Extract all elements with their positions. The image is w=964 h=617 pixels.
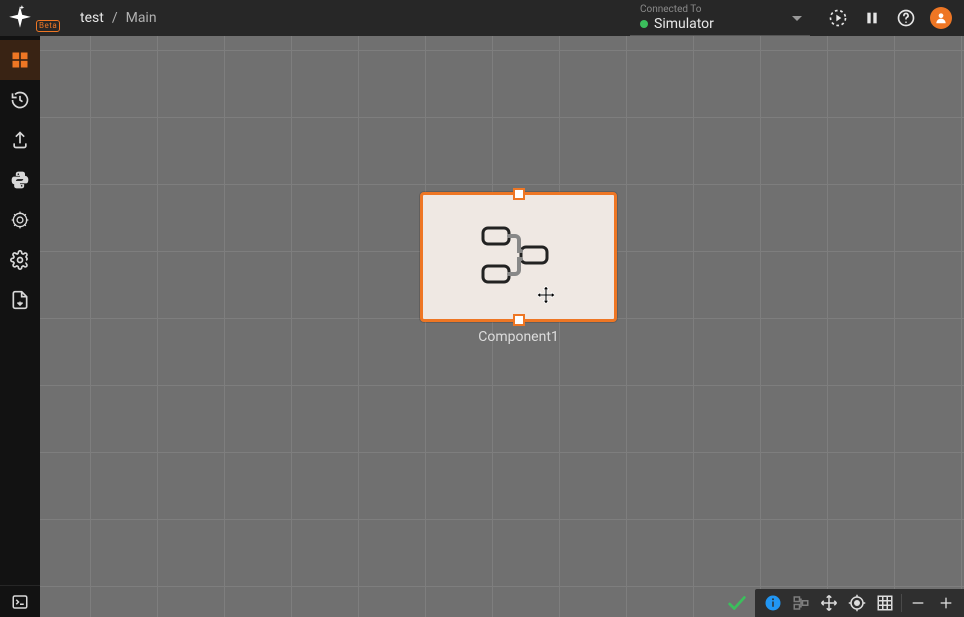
breadcrumb: test / Main xyxy=(80,10,157,26)
sidebar-upload-icon[interactable] xyxy=(0,120,40,160)
pan-icon[interactable] xyxy=(815,591,843,615)
breadcrumb-project[interactable]: test xyxy=(80,10,104,26)
canvas-status-bar xyxy=(719,589,964,617)
app-header: Beta test / Main Connected To Simulator xyxy=(0,0,964,36)
zoom-in-icon[interactable] xyxy=(932,591,960,615)
center-icon[interactable] xyxy=(843,591,871,615)
grid-icon[interactable] xyxy=(871,591,899,615)
user-avatar[interactable] xyxy=(930,7,952,29)
sidebar-python-icon[interactable] xyxy=(0,160,40,200)
sidebar-components-icon[interactable] xyxy=(0,40,40,80)
help-icon[interactable] xyxy=(896,8,916,28)
chevron-down-icon xyxy=(792,10,802,26)
sparkle-icon xyxy=(7,5,33,31)
sidebar-file-icon[interactable] xyxy=(0,280,40,320)
status-dot-icon xyxy=(640,20,648,28)
layout-icon[interactable] xyxy=(787,591,815,615)
node-port-top[interactable] xyxy=(513,188,525,200)
component-node-label: Component1 xyxy=(420,329,617,345)
sidebar-rust-icon[interactable] xyxy=(0,200,40,240)
breadcrumb-separator: / xyxy=(112,10,118,26)
info-icon[interactable] xyxy=(759,591,787,615)
zoom-out-icon[interactable] xyxy=(904,591,932,615)
connection-target: Simulator xyxy=(640,16,782,32)
sidebar-history-icon[interactable] xyxy=(0,80,40,120)
connection-sublabel: Connected To xyxy=(640,4,782,16)
connection-target-text: Simulator xyxy=(654,16,714,32)
validation-ok-icon[interactable] xyxy=(719,589,755,617)
breadcrumb-page[interactable]: Main xyxy=(126,10,157,26)
left-sidebar xyxy=(0,36,40,617)
header-actions xyxy=(810,7,964,29)
beta-badge: Beta xyxy=(36,20,60,32)
component-glyph-icon xyxy=(479,222,559,292)
canvas[interactable]: Component1 xyxy=(40,36,964,617)
canvas-toolbar xyxy=(755,589,964,617)
sidebar-terminal-icon[interactable] xyxy=(0,585,40,617)
component-node[interactable] xyxy=(420,192,617,322)
deploy-icon[interactable] xyxy=(828,8,848,28)
pause-icon[interactable] xyxy=(862,8,882,28)
connection-selector[interactable]: Connected To Simulator xyxy=(630,0,810,36)
node-port-bottom[interactable] xyxy=(513,314,525,326)
sidebar-settings-icon[interactable] xyxy=(0,240,40,280)
app-logo[interactable]: Beta xyxy=(0,0,40,36)
